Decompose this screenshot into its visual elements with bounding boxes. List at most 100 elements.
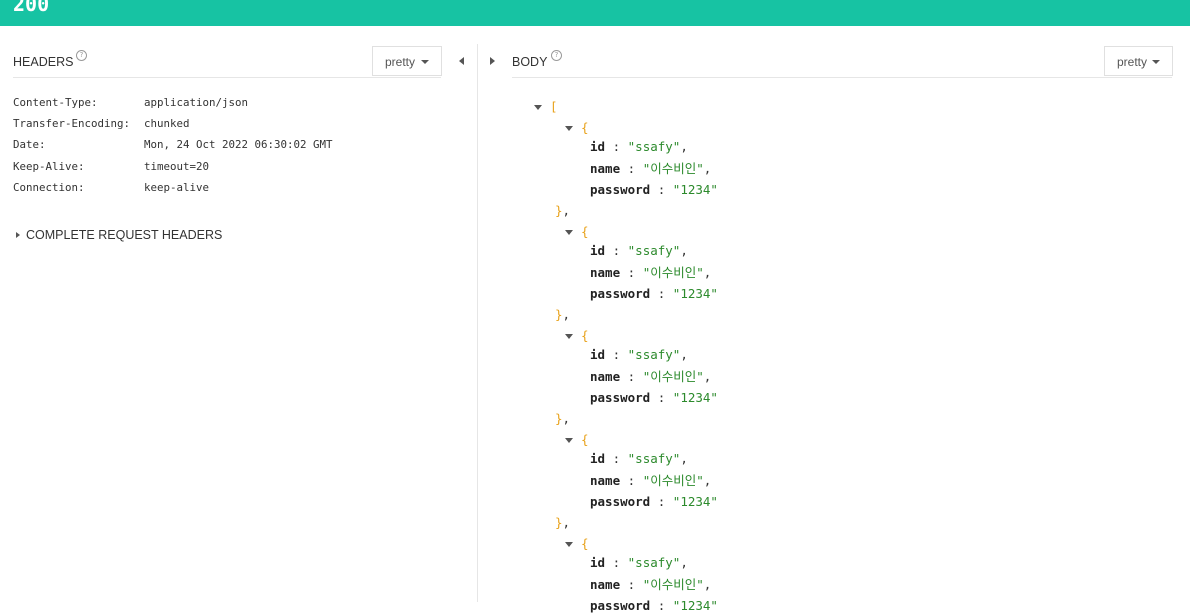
json-brace: } <box>555 515 563 530</box>
headers-title: HEADERS <box>13 55 74 69</box>
json-field: id : "ssafy", <box>590 140 688 154</box>
headers-help-icon[interactable]: ? <box>76 50 87 61</box>
header-key: Date: <box>13 138 46 151</box>
json-field: id : "ssafy", <box>590 556 688 570</box>
json-value: "이수비인" <box>642 577 704 592</box>
json-key: password <box>590 286 651 301</box>
json-key: password <box>590 494 651 509</box>
json-value: "ssafy" <box>627 555 681 570</box>
collapse-object-icon[interactable] <box>565 438 573 443</box>
json-object-close: }, <box>555 308 570 322</box>
json-key: id <box>590 139 606 154</box>
body-view-mode-label: pretty <box>1117 55 1148 69</box>
json-key: name <box>590 473 621 488</box>
body-title: BODY <box>512 55 548 69</box>
complete-request-headers-toggle[interactable]: COMPLETE REQUEST HEADERS <box>16 228 222 242</box>
header-key: Content-Type: <box>13 96 98 109</box>
json-comma: , <box>703 161 712 176</box>
json-value: "1234" <box>672 286 718 301</box>
header-value: application/json <box>144 96 249 109</box>
json-comma: , <box>680 451 688 466</box>
json-object-open: { <box>581 120 589 135</box>
json-comma: , <box>562 515 571 530</box>
json-key: id <box>590 243 606 258</box>
json-colon: : <box>650 182 673 197</box>
json-comma: , <box>562 203 571 218</box>
json-value: "ssafy" <box>627 347 681 362</box>
json-key: password <box>590 598 651 613</box>
json-colon: : <box>620 473 643 488</box>
collapse-array-icon[interactable] <box>534 105 542 110</box>
collapse-left-icon[interactable] <box>459 57 464 65</box>
json-value: "이수비인" <box>642 473 704 488</box>
json-colon: : <box>650 598 673 613</box>
json-field: name : "이수비인", <box>590 266 711 280</box>
json-key: id <box>590 451 606 466</box>
complete-request-headers-label: COMPLETE REQUEST HEADERS <box>26 228 223 242</box>
body-help-icon[interactable]: ? <box>551 50 562 61</box>
json-colon: : <box>605 347 628 362</box>
panel-divider[interactable] <box>477 44 478 602</box>
json-value: "1234" <box>672 390 718 405</box>
json-comma: , <box>562 411 571 426</box>
json-comma: , <box>562 307 571 322</box>
json-object-open: { <box>581 224 589 239</box>
expand-arrow-icon <box>16 232 20 238</box>
json-field: password : "1234" <box>590 287 718 301</box>
json-colon: : <box>650 494 673 509</box>
json-object-open: { <box>581 432 589 447</box>
chevron-down-icon <box>421 60 429 64</box>
header-value: chunked <box>144 117 190 130</box>
json-value: "이수비인" <box>642 265 704 280</box>
body-view-mode-dropdown[interactable]: pretty <box>1104 46 1173 76</box>
json-object-close: }, <box>555 412 570 426</box>
header-key: Transfer-Encoding: <box>13 117 131 130</box>
collapse-object-icon[interactable] <box>565 334 573 339</box>
collapse-object-icon[interactable] <box>565 126 573 131</box>
json-colon: : <box>605 451 628 466</box>
json-key: name <box>590 577 621 592</box>
json-key: name <box>590 265 621 280</box>
json-colon: : <box>605 243 628 258</box>
json-colon: : <box>620 577 643 592</box>
status-code: 200 <box>13 0 50 16</box>
header-key: Connection: <box>13 181 85 194</box>
json-comma: , <box>680 347 688 362</box>
json-colon: : <box>620 369 643 384</box>
json-array-open: [ <box>550 99 558 114</box>
collapse-object-icon[interactable] <box>565 230 573 235</box>
json-colon: : <box>620 161 643 176</box>
json-key: name <box>590 161 621 176</box>
json-colon: : <box>650 390 673 405</box>
header-value: timeout=20 <box>144 160 210 173</box>
headers-view-mode-label: pretty <box>385 55 416 69</box>
collapse-right-icon[interactable] <box>490 57 495 65</box>
header-value: keep-alive <box>144 181 210 194</box>
headers-divider <box>13 77 441 78</box>
json-colon: : <box>605 555 628 570</box>
json-field: password : "1234" <box>590 495 718 509</box>
json-value: "ssafy" <box>627 451 681 466</box>
json-colon: : <box>620 265 643 280</box>
headers-view-mode-dropdown[interactable]: pretty <box>372 46 442 76</box>
json-comma: , <box>703 473 712 488</box>
json-colon: : <box>650 286 673 301</box>
header-value: Mon, 24 Oct 2022 06:30:02 GMT <box>144 138 333 151</box>
json-comma: , <box>680 243 688 258</box>
json-key: password <box>590 390 651 405</box>
json-value: "ssafy" <box>627 139 681 154</box>
body-divider <box>512 77 1172 78</box>
json-field: name : "이수비인", <box>590 162 711 176</box>
json-field: name : "이수비인", <box>590 578 711 592</box>
json-value: "1234" <box>672 494 718 509</box>
json-field: password : "1234" <box>590 391 718 405</box>
json-key: id <box>590 347 606 362</box>
chevron-down-icon <box>1152 60 1160 64</box>
json-field: password : "1234" <box>590 183 718 197</box>
json-field: id : "ssafy", <box>590 244 688 258</box>
json-key: name <box>590 369 621 384</box>
json-brace: } <box>555 203 563 218</box>
json-value: "ssafy" <box>627 243 681 258</box>
collapse-object-icon[interactable] <box>565 542 573 547</box>
json-value: "1234" <box>672 182 718 197</box>
